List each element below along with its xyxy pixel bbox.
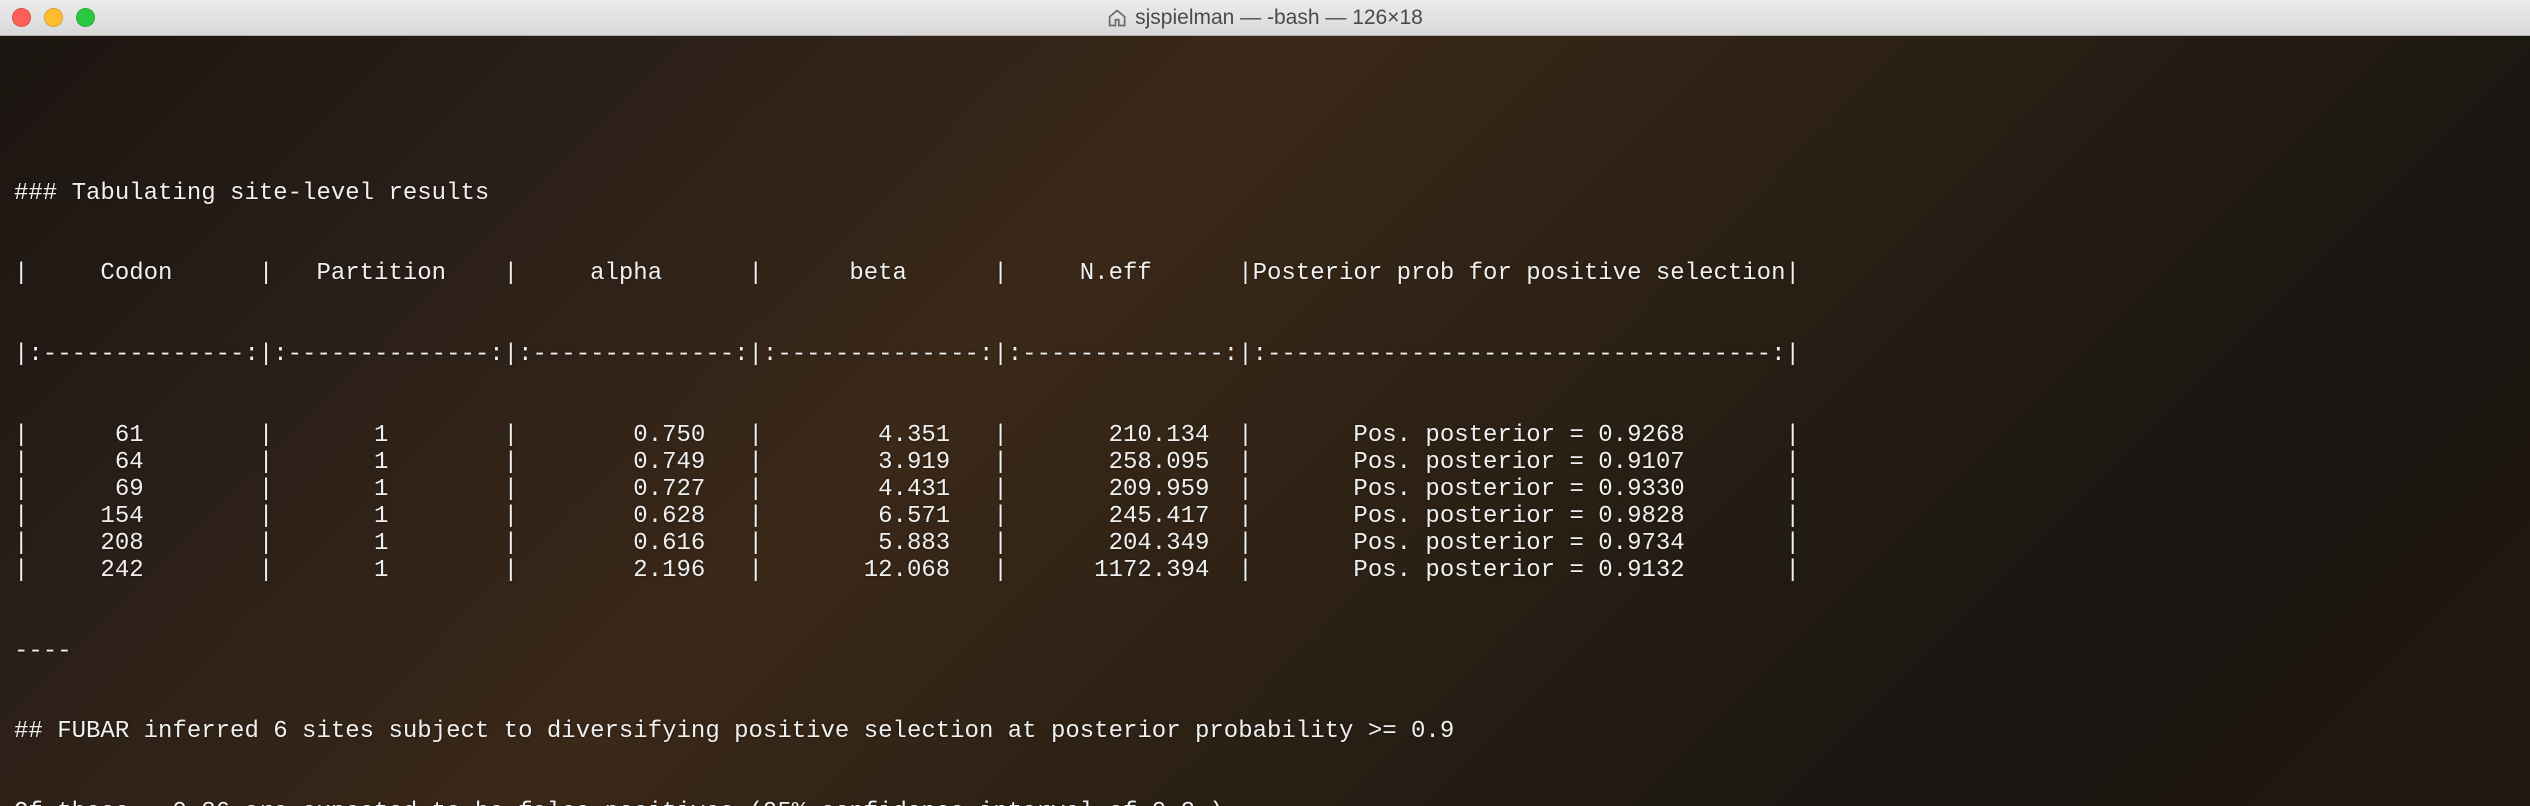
summary-line-1: ## FUBAR inferred 6 sites subject to div… bbox=[14, 719, 2516, 746]
table-row: | 69 | 1 | 0.727 | 4.431 | 209.959 | Pos… bbox=[14, 477, 2516, 504]
table-row: | 64 | 1 | 0.749 | 3.919 | 258.095 | Pos… bbox=[14, 450, 2516, 477]
table-row: | 61 | 1 | 0.750 | 4.351 | 210.134 | Pos… bbox=[14, 423, 2516, 450]
window-title: sjspielman — -bash — 126×18 bbox=[1135, 6, 1423, 30]
table-row: | 242 | 1 | 2.196 | 12.068 | 1172.394 | … bbox=[14, 558, 2516, 585]
traffic-lights bbox=[12, 8, 95, 27]
dash-line: ---- bbox=[14, 639, 2516, 666]
table-header-row: | Codon | Partition | alpha | beta | N.e… bbox=[14, 261, 2516, 288]
home-icon bbox=[1107, 8, 1127, 28]
summary-line-2: Of these, 0.36 are expected to be false … bbox=[14, 800, 2516, 806]
table-row: | 154 | 1 | 0.628 | 6.571 | 245.417 | Po… bbox=[14, 504, 2516, 531]
terminal-body[interactable]: ### Tabulating site-level results | Codo… bbox=[0, 36, 2530, 806]
minimize-button[interactable] bbox=[44, 8, 63, 27]
terminal-window: sjspielman — -bash — 126×18 ### Tabulati… bbox=[0, 0, 2530, 806]
blank-line bbox=[14, 100, 2516, 127]
maximize-button[interactable] bbox=[76, 8, 95, 27]
table-row: | 208 | 1 | 0.616 | 5.883 | 204.349 | Po… bbox=[14, 531, 2516, 558]
results-heading: ### Tabulating site-level results bbox=[14, 181, 2516, 208]
table-separator-row: |:--------------:|:--------------:|:----… bbox=[14, 342, 2516, 369]
window-title-wrap: sjspielman — -bash — 126×18 bbox=[1107, 6, 1423, 30]
close-button[interactable] bbox=[12, 8, 31, 27]
titlebar: sjspielman — -bash — 126×18 bbox=[0, 0, 2530, 36]
